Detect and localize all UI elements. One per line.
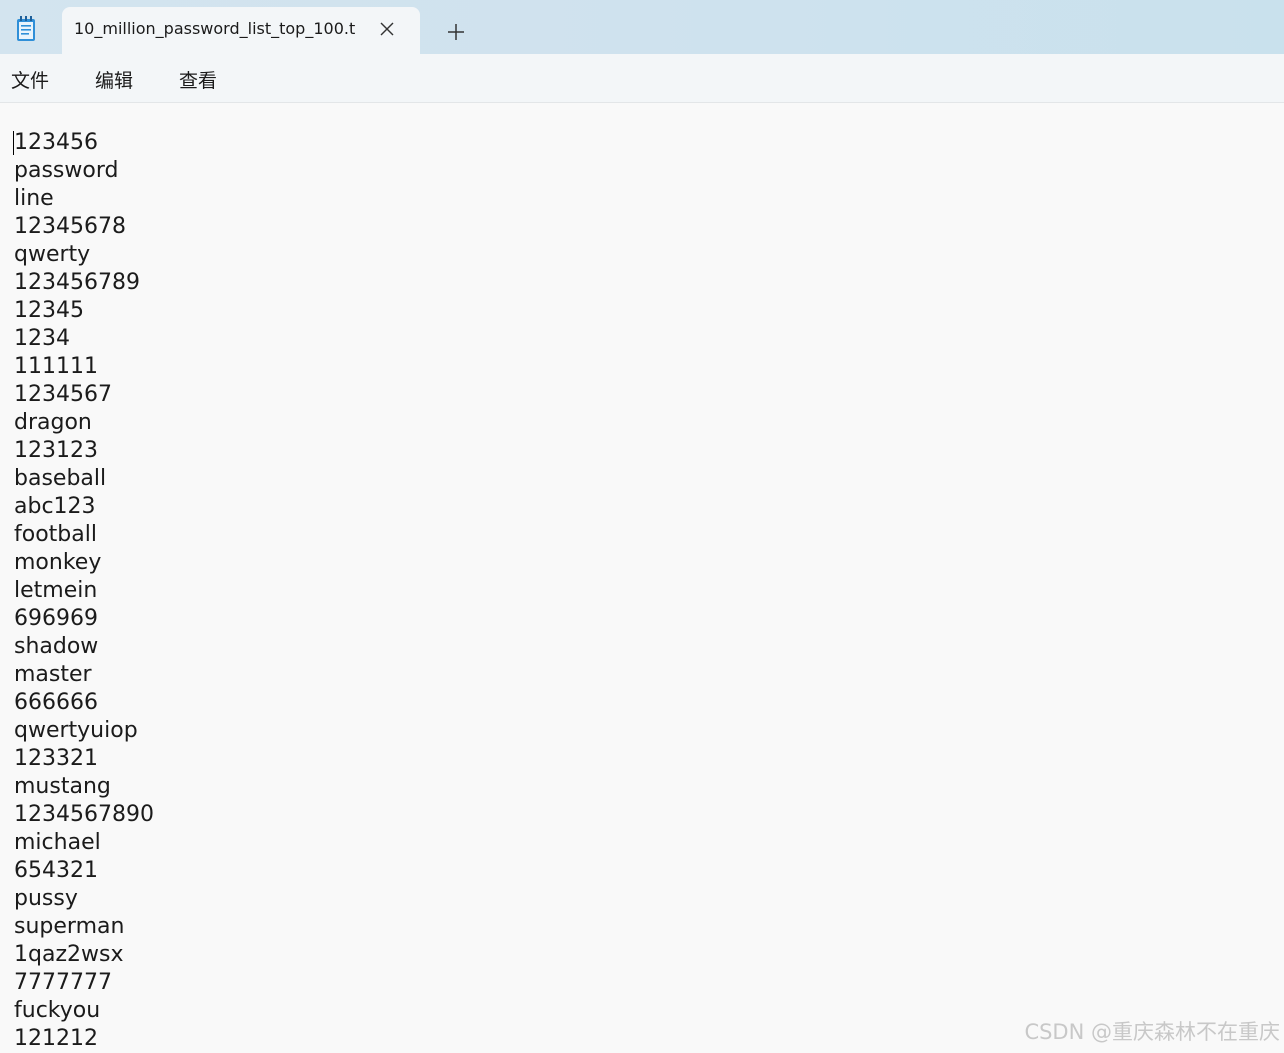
text-line: 123456789 [14,270,140,295]
text-line: password [14,158,119,183]
text-line: line [14,186,54,211]
text-line: football [14,522,97,547]
text-line: 696969 [14,606,98,631]
menu-file[interactable]: 文件 [11,66,49,93]
notepad-icon [17,16,35,41]
text-line: 1qaz2wsx [14,942,124,967]
text-line: michael [14,830,101,855]
text-line: abc123 [14,494,96,519]
text-line: 123123 [14,438,98,463]
text-line: letmein [14,578,98,603]
tab-file[interactable]: 10_million_password_list_top_100.t [62,7,420,54]
text-line: 123321 [14,746,98,771]
watermark: CSDN @重庆森林不在重庆 [1024,1020,1280,1044]
text-line: 12345 [14,298,84,323]
tab-title: 10_million_password_list_top_100.t [74,19,356,38]
text-line: fuckyou [14,998,101,1023]
text-line: qwerty [14,242,91,267]
plus-icon[interactable] [444,20,468,44]
text-line: 7777777 [14,970,112,995]
close-icon[interactable] [378,20,396,38]
text-line: 123456 [14,130,98,155]
text-line: mustang [14,774,111,799]
text-line: 654321 [14,858,98,883]
text-lines: 123456 password line 12345678 qwerty 12345678… [14,130,154,1053]
text-line: dragon [14,410,92,435]
menu-edit[interactable]: 编辑 [95,66,133,93]
text-line: baseball [14,466,107,491]
menu-view[interactable]: 查看 [179,66,217,93]
text-line: 111111 [14,354,98,379]
text-line: superman [14,914,125,939]
title-bar: 10_million_password_list_top_100.t [0,0,1284,54]
menu-bar: 文件 编辑 查看 [0,54,1284,103]
text-line: 1234567890 [14,802,154,827]
text-line: master [14,662,92,687]
text-editor[interactable]: 123456 password line 12345678 qwerty 12345678… [0,103,1284,1053]
text-line: monkey [14,550,102,575]
text-line: pussy [14,886,78,911]
text-line: qwertyuiop [14,718,138,743]
text-line: 1234567 [14,382,112,407]
text-line: shadow [14,634,99,659]
text-line: 1234 [14,326,70,351]
text-line: 12345678 [14,214,126,239]
text-line: 666666 [14,690,98,715]
text-line: 121212 [14,1026,98,1051]
